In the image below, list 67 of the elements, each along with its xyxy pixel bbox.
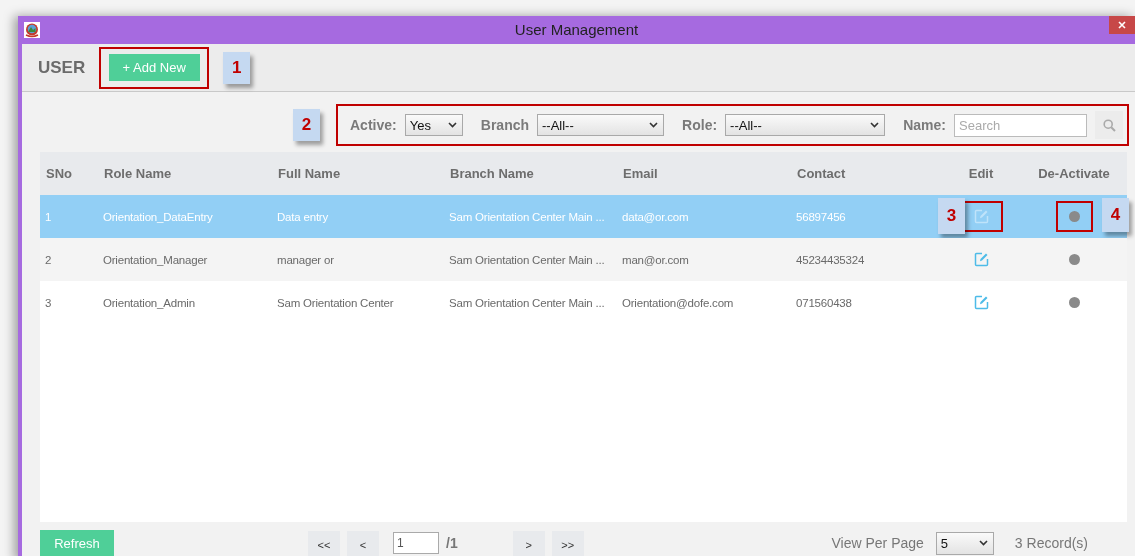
search-icon <box>1102 118 1116 132</box>
last-page-button[interactable]: >> <box>551 531 584 556</box>
column-header: De-Activate <box>1038 166 1110 181</box>
table-cell-text: Orientation_Manager <box>103 252 208 268</box>
table-cell-text: manager or <box>277 252 334 268</box>
callout-number: 1 <box>223 51 251 84</box>
callout-number: 2 <box>293 109 320 141</box>
next-page-button[interactable]: > <box>512 531 545 556</box>
callout-number: 3 <box>938 198 965 234</box>
page-total: /1 <box>446 535 458 551</box>
deactivate-toggle[interactable] <box>1068 254 1080 265</box>
table-cell-text: Orientation@dofe.com <box>622 295 734 311</box>
table-cell-text: data@or.com <box>622 209 689 225</box>
edit-icon[interactable] <box>973 252 989 267</box>
window-title: User Management <box>514 21 639 38</box>
column-header: SNo <box>45 166 73 181</box>
filter-label: Active: <box>350 117 397 133</box>
table-cell-text: 3 <box>45 295 52 311</box>
edit-icon[interactable] <box>973 209 989 224</box>
close-icon <box>1118 21 1126 29</box>
column-header: Full Name <box>277 166 342 181</box>
branch-dropdown[interactable]: --All-- <box>537 114 664 136</box>
caret-icon <box>978 540 988 546</box>
column-header: Edit <box>968 166 994 181</box>
deactivate-toggle[interactable] <box>1068 297 1080 308</box>
table-cell-text: Sam Orientation Center <box>277 295 394 311</box>
page-size-dropdown[interactable]: 5 <box>935 531 994 555</box>
table-cell-text: man@or.com <box>622 252 689 268</box>
page-number-field[interactable]: 1 <box>393 532 439 554</box>
table-cell-text: Data entry <box>277 209 329 225</box>
deactivate-toggle[interactable] <box>1068 211 1080 222</box>
table-cell-text: Sam Orientation Center Main ... <box>449 209 605 225</box>
caret-icon <box>649 122 658 128</box>
filter-label: Branch <box>480 117 529 133</box>
table-cell-text: 1 <box>45 209 52 225</box>
table-row[interactable]: 1 Orientation_DataEntry Data entry Sam Orientation Center Main ... data@or.com 56897456 3 4 <box>40 195 1127 238</box>
first-page-button[interactable]: << <box>308 531 340 556</box>
table-cell-text: 2 <box>45 252 52 268</box>
caret-icon <box>447 122 457 128</box>
search-button[interactable] <box>1095 111 1123 139</box>
column-header: Contact <box>796 166 847 181</box>
table-cell-text: 071560438 <box>796 295 852 311</box>
role-dropdown[interactable]: --All-- <box>725 114 886 136</box>
table-cell-text: 45234435324 <box>796 252 865 268</box>
filter-label: Role: <box>682 117 718 133</box>
caret-icon <box>870 122 880 128</box>
table-cell-text: 56897456 <box>796 209 846 225</box>
view-per-page-label: View Per Page <box>831 535 924 551</box>
column-header: Role Name <box>103 166 173 181</box>
filter-label: Name: <box>903 117 946 133</box>
search-field[interactable]: Search <box>954 113 1087 137</box>
active-dropdown[interactable]: Yes <box>404 114 463 136</box>
page-heading: USER <box>38 57 86 78</box>
table-cell-text: Orientation_Admin <box>103 295 195 311</box>
table-cell-text: Sam Orientation Center Main ... <box>449 295 605 311</box>
column-header: Branch Name <box>449 166 535 181</box>
column-header: Email <box>622 166 659 181</box>
record-count: 3 Record(s) <box>1014 535 1088 551</box>
edit-icon[interactable] <box>973 295 989 310</box>
previous-page-button[interactable]: < <box>347 531 379 556</box>
table-cell-text: Sam Orientation Center Main ... <box>449 252 605 268</box>
callout-number: 4 <box>1102 198 1129 232</box>
close-button[interactable] <box>1109 16 1135 34</box>
table-row[interactable]: 2 Orientation_Manager manager or Sam Orientation Center Main ... man@or.com 45234435324 <box>40 238 1127 281</box>
table-row[interactable]: 3 Orientation_Admin Sam Orientation Center Sam Orientation Center Main ... Orientation@dofe.com 071560438 <box>40 281 1127 324</box>
table-cell-text: Orientation_DataEntry <box>103 209 213 225</box>
emblem-icon <box>24 22 40 38</box>
